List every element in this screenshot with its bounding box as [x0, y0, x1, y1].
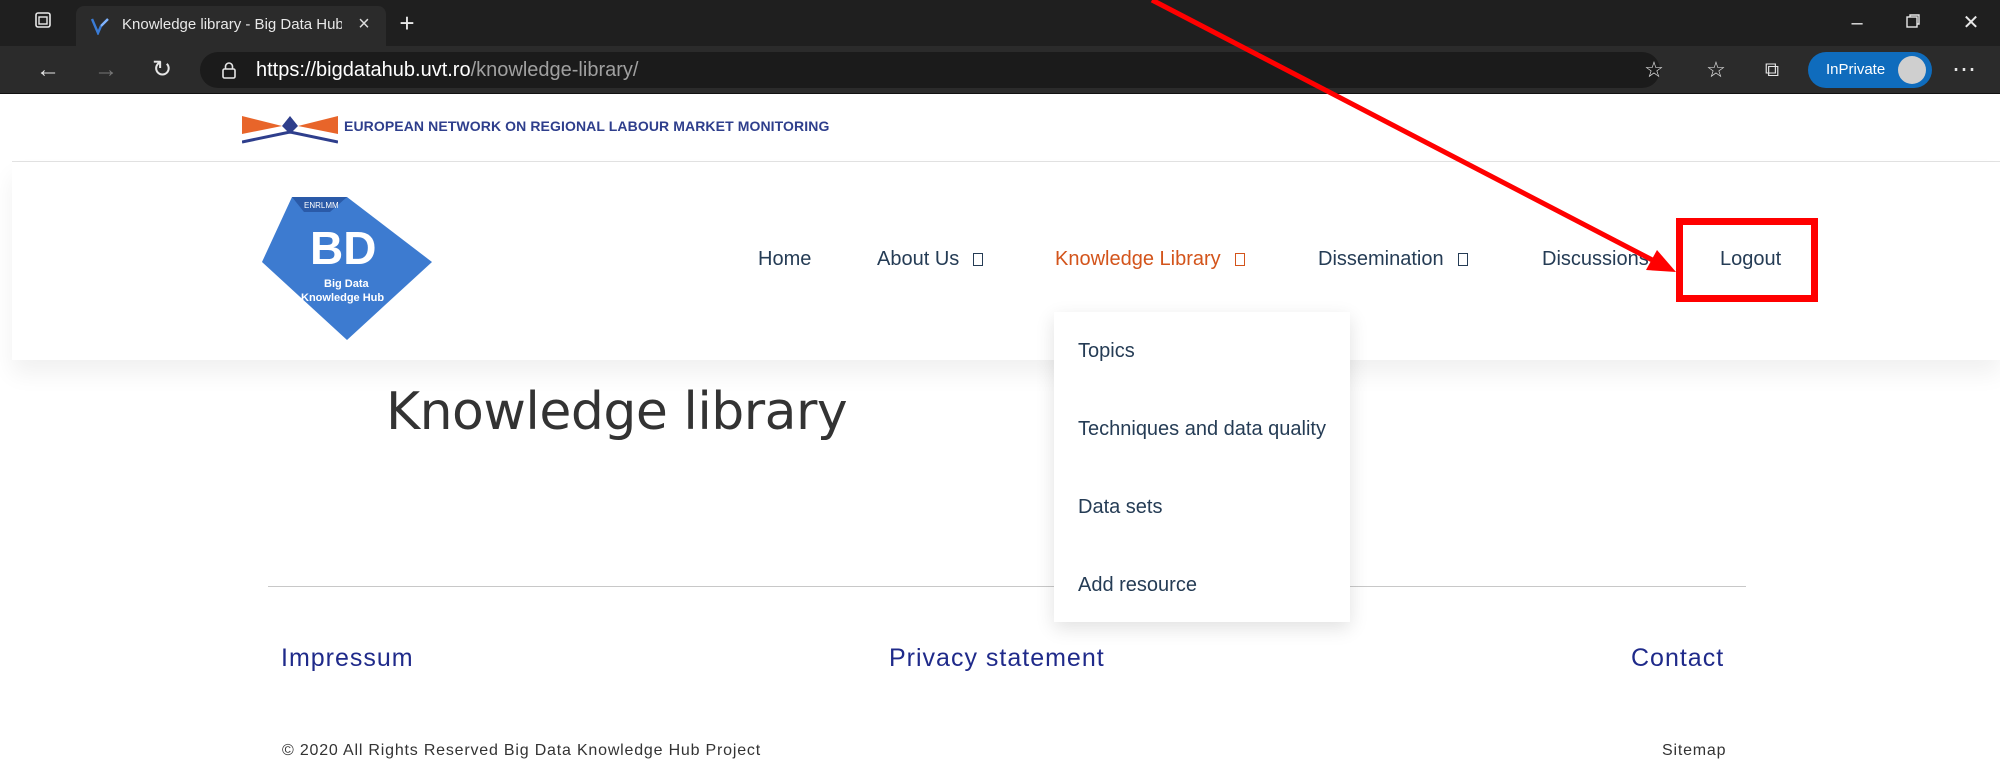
close-window-icon[interactable]: ✕ [1958, 10, 1984, 36]
page-title: Knowledge library [386, 382, 848, 442]
new-tab-icon[interactable]: + [394, 10, 420, 36]
restore-icon[interactable] [1900, 10, 1926, 36]
svg-text:ENRLMM: ENRLMM [304, 201, 339, 210]
dropdown-item-techniques[interactable]: Techniques and data quality [1078, 418, 1326, 441]
dropdown-item-add-resource[interactable]: Add resource [1078, 574, 1197, 597]
favorites-icon[interactable]: ☆ [1702, 56, 1730, 84]
svg-text:BD: BD [310, 222, 376, 274]
big-data-hub-logo[interactable]: ENRLMM BD Big Data Knowledge Hub [252, 192, 442, 342]
nav-dissemination[interactable]: Dissemination [1318, 248, 1468, 271]
copyright-text: © 2020 All Rights Reserved Big Data Know… [282, 742, 761, 759]
nav-home-label: Home [758, 248, 812, 270]
add-favorite-icon[interactable]: ☆ [1640, 56, 1668, 84]
dropdown-item-data-sets[interactable]: Data sets [1078, 496, 1162, 519]
address-bar[interactable]: https://bigdatahub.uvt.ro/knowledge-libr… [200, 52, 1660, 88]
inprivate-label: InPrivate [1826, 61, 1886, 78]
forward-icon[interactable]: → [92, 56, 120, 84]
knowledge-library-dropdown: Topics Techniques and data quality Data … [1054, 312, 1350, 622]
back-icon[interactable]: ← [34, 56, 62, 84]
browser-toolbar: ← → ↻ https://bigdatahub.uvt.ro/knowledg… [0, 46, 2000, 94]
svg-text:Big Data: Big Data [324, 278, 370, 290]
nav-about-label: About Us [877, 248, 960, 270]
nav-about-us[interactable]: About Us [877, 248, 984, 271]
tab-actions-icon[interactable] [30, 10, 56, 36]
nav-knowledge-library[interactable]: Knowledge Library [1055, 248, 1245, 271]
dropdown-caret-icon [1234, 253, 1245, 266]
site-favicon-icon [90, 17, 110, 37]
network-strip: EUROPEAN NETWORK ON REGIONAL LABOUR MARK… [12, 94, 2000, 162]
browser-tab-bar: Knowledge library - Big Data Hub × + – ✕ [0, 0, 2000, 46]
svg-text:Knowledge Hub: Knowledge Hub [301, 292, 384, 304]
inprivate-button[interactable]: InPrivate [1808, 52, 1932, 88]
nav-dissemination-label: Dissemination [1318, 248, 1444, 270]
dropdown-item-topics[interactable]: Topics [1078, 340, 1135, 363]
nav-knowledge-library-label: Knowledge Library [1055, 248, 1221, 270]
more-menu-icon[interactable]: ⋯ [1950, 56, 1978, 84]
nav-home[interactable]: Home [758, 248, 811, 271]
sitemap-link[interactable]: Sitemap [1662, 742, 1726, 760]
footer-contact-link[interactable]: Contact [1631, 644, 1724, 673]
minimize-icon[interactable]: – [1844, 10, 1870, 36]
nav-discussions-label: Discussions [1542, 248, 1649, 270]
url-text[interactable]: https://bigdatahub.uvt.ro/knowledge-libr… [256, 59, 638, 82]
tab-title: Knowledge library - Big Data Hub [122, 16, 342, 33]
dropdown-caret-icon [1457, 253, 1468, 266]
lock-icon[interactable] [220, 61, 238, 79]
footer-divider [268, 586, 1746, 587]
refresh-icon[interactable]: ↻ [148, 56, 176, 84]
profile-avatar-icon [1898, 56, 1926, 84]
dropdown-caret-icon [973, 253, 984, 266]
tab-close-icon[interactable]: × [352, 12, 376, 36]
footer-impressum-link[interactable]: Impressum [281, 644, 414, 673]
collections-icon[interactable]: ⧉ [1758, 56, 1786, 84]
enrlmm-logo[interactable] [241, 112, 339, 144]
footer-privacy-link[interactable]: Privacy statement [889, 644, 1105, 673]
nav-discussions[interactable]: Discussions [1542, 248, 1649, 271]
network-name[interactable]: EUROPEAN NETWORK ON REGIONAL LABOUR MARK… [344, 118, 829, 134]
annotation-highlight-box [1676, 218, 1818, 302]
browser-tab-active[interactable]: Knowledge library - Big Data Hub × [76, 6, 386, 46]
